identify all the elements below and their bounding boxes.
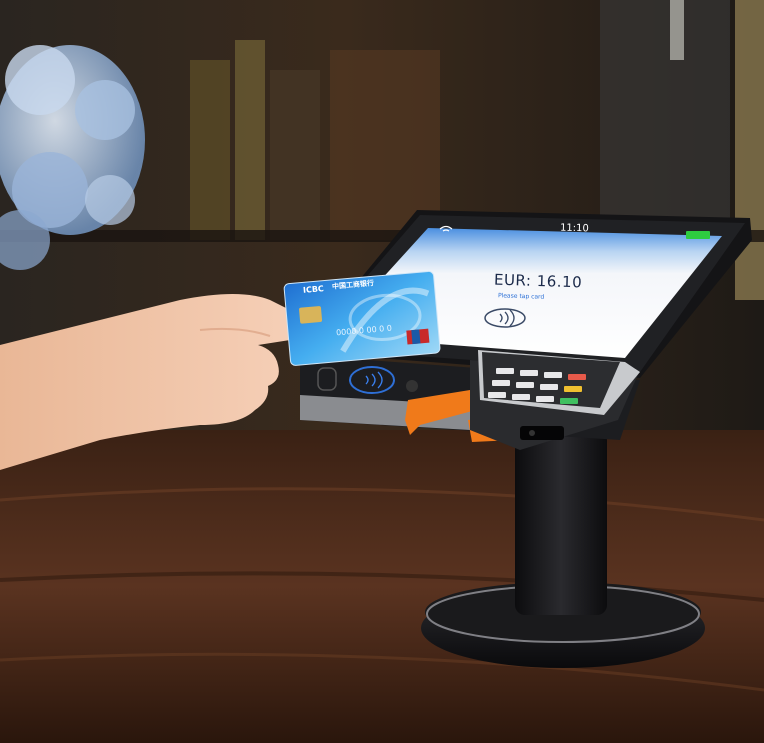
battery-icon: [686, 231, 710, 239]
status-time: 11:10: [559, 222, 589, 235]
card-bank-abbrev: ICBC: [302, 284, 325, 295]
camera-window: [520, 426, 564, 440]
blurred-book: [270, 70, 320, 240]
stand-pole: [515, 430, 607, 615]
blurred-lamp: [670, 0, 684, 60]
payment-amount: EUR: 16.10: [493, 270, 583, 292]
card-chip: [299, 306, 323, 324]
wooden-table: [0, 430, 764, 743]
tap-card-prompt: Please tap card: [497, 292, 545, 301]
photo-scene: 11:10 EUR: 16.10 Please tap card ICBC 中国…: [0, 0, 764, 743]
scene-illustration: [0, 0, 764, 743]
blurred-book: [235, 40, 265, 240]
blurred-book: [190, 60, 230, 240]
